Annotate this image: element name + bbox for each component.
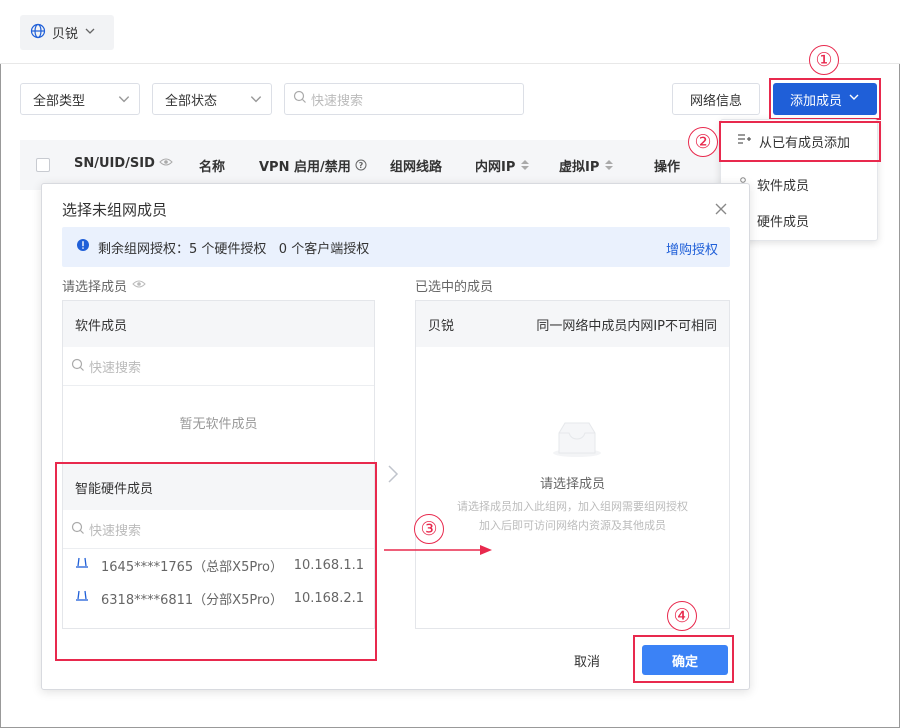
selected-network-name: 贝锐 <box>428 318 455 334</box>
network-name: 贝锐 <box>52 27 79 42</box>
right-section-label: 已选中的成员 <box>415 280 494 295</box>
chevron-down-icon <box>249 92 263 110</box>
search-icon <box>71 358 85 376</box>
license-alert: 剩余组网授权：5 个硬件授权 0 个客户端授权 增购授权 <box>62 227 730 267</box>
top-bar: 贝锐 <box>0 0 900 64</box>
left-section-label: 请选择成员 <box>62 276 146 295</box>
th-vpn: VPN 启用/禁用 ? <box>259 156 367 175</box>
empty-box-icon <box>551 419 603 463</box>
selected-empty-title: 请选择成员 <box>539 477 605 492</box>
eye-icon[interactable] <box>132 278 146 293</box>
modal-title: 选择未组网成员 <box>62 201 168 219</box>
annotation-4: ④ <box>667 601 697 631</box>
th-name: 名称 <box>199 160 226 175</box>
annotation-arrow <box>384 544 494 560</box>
type-filter-value: 全部类型 <box>33 93 86 109</box>
highlight-box-hardware <box>55 462 377 661</box>
annotation-2: ② <box>688 127 718 157</box>
sort-icon <box>520 160 530 175</box>
th-virtual-ip[interactable]: 虚拟IP <box>559 156 614 175</box>
th-line: 组网线路 <box>390 160 443 175</box>
ip-conflict-note: 同一网络中成员内网IP不可相同 <box>536 318 717 334</box>
transfer-right-icon[interactable] <box>387 464 399 488</box>
eye-icon[interactable] <box>159 156 174 171</box>
sort-icon <box>604 160 614 175</box>
th-lan-ip[interactable]: 内网IP <box>475 156 530 175</box>
cancel-button[interactable]: 取消 <box>562 644 612 676</box>
annotation-1: ① <box>809 45 839 75</box>
software-member-panel: 软件成员 快速搜索 暂无软件成员 <box>62 300 375 463</box>
globe-icon <box>30 23 46 43</box>
selected-member-panel: 贝锐 同一网络中成员内网IP不可相同 请选择成员 请选择成员加入此组网，加入组网… <box>415 300 730 629</box>
highlight-box-add-member <box>769 78 881 120</box>
software-empty-text: 暂无软件成员 <box>179 417 258 432</box>
th-sn: SN/UID/SID <box>74 156 174 171</box>
select-all-checkbox[interactable] <box>36 158 50 172</box>
search-icon <box>293 90 307 108</box>
search-placeholder: 快速搜索 <box>311 93 364 109</box>
highlight-box-add-existing <box>719 121 881 162</box>
software-panel-title: 软件成员 <box>63 301 374 347</box>
buy-license-link[interactable]: 增购授权 <box>666 239 718 258</box>
info-icon <box>76 238 90 256</box>
license-alert-text: 剩余组网授权：5 个硬件授权 0 个客户端授权 <box>98 241 370 257</box>
network-selector[interactable]: 贝锐 <box>20 15 114 50</box>
help-icon[interactable]: ? <box>355 159 367 175</box>
status-filter-value: 全部状态 <box>165 93 218 109</box>
annotation-3: ③ <box>414 514 444 544</box>
close-icon[interactable] <box>714 202 728 216</box>
selected-empty-desc-2: 加入后即可访问网络内资源及其他成员 <box>479 519 666 532</box>
status-filter-select[interactable]: 全部状态 <box>152 83 272 115</box>
network-info-button[interactable]: 网络信息 <box>672 83 760 115</box>
member-search-input[interactable]: 快速搜索 <box>284 83 524 115</box>
chevron-down-icon <box>84 25 96 41</box>
software-search-input[interactable]: 快速搜索 <box>63 348 374 386</box>
selected-panel-header: 贝锐 同一网络中成员内网IP不可相同 <box>416 301 729 347</box>
selected-empty-desc-1: 请选择成员加入此组网，加入组网需要组网授权 <box>457 500 688 513</box>
highlight-box-confirm <box>633 635 734 683</box>
th-actions: 操作 <box>654 160 681 175</box>
chevron-down-icon <box>117 92 131 110</box>
svg-text:?: ? <box>359 161 364 170</box>
type-filter-select[interactable]: 全部类型 <box>20 83 140 115</box>
